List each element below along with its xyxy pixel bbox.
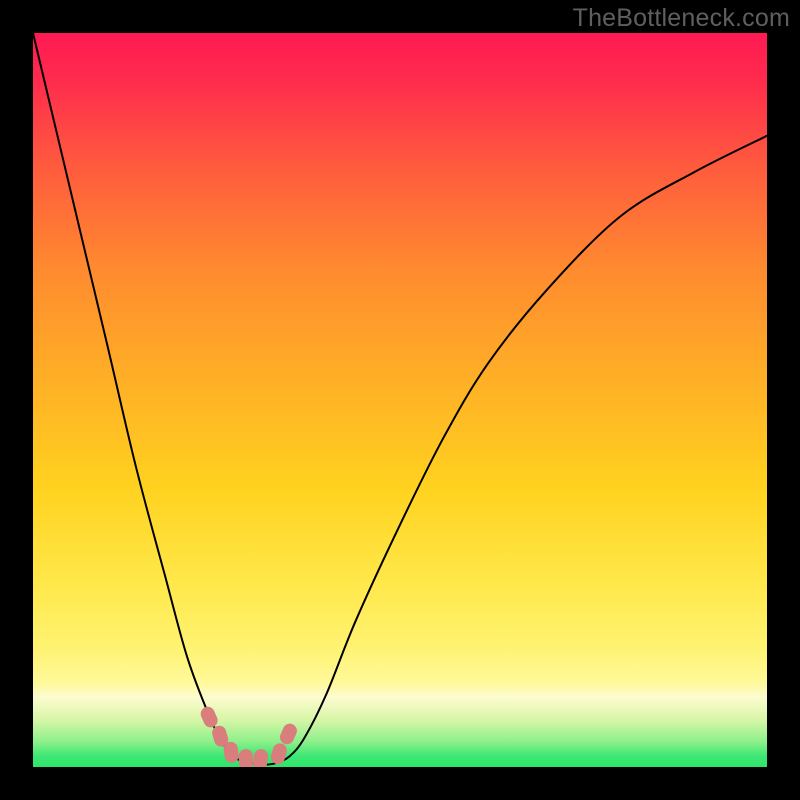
chart-svg <box>33 33 767 767</box>
plot-area <box>33 33 767 767</box>
watermark-text: TheBottleneck.com <box>573 4 790 33</box>
gradient-background <box>33 33 767 767</box>
marker-point <box>239 749 253 767</box>
chart-frame: TheBottleneck.com <box>0 0 800 800</box>
